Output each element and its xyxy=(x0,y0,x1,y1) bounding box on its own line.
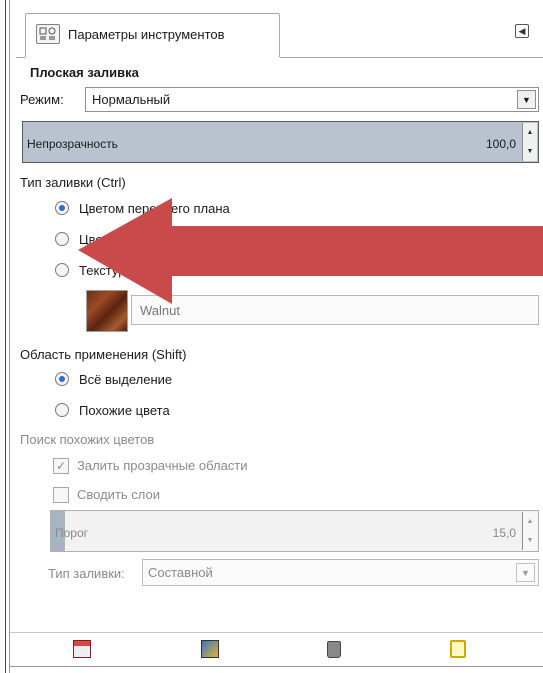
red-arrow-shape xyxy=(78,198,543,304)
annotation-arrow xyxy=(78,198,543,304)
